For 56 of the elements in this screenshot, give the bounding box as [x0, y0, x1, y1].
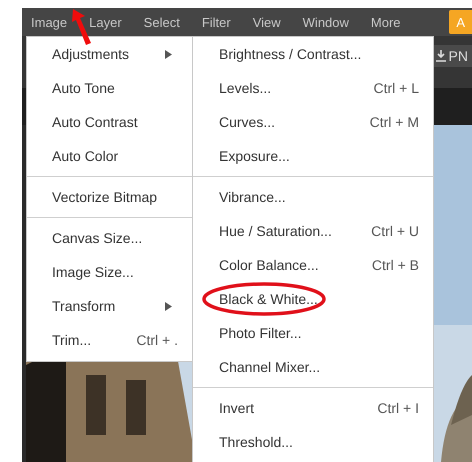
menu-item[interactable]: Layer: [89, 8, 122, 36]
menu-item-label: Vectorize Bitmap: [52, 189, 158, 205]
menu-item-label: Levels...: [219, 80, 272, 96]
shortcut-label: Ctrl + L: [373, 80, 419, 96]
menu-item[interactable]: View: [252, 8, 281, 36]
menu-item[interactable]: Levels... Ctrl + L: [193, 71, 433, 105]
menu-item[interactable]: Threshold...: [193, 425, 433, 459]
menu-item-label: Transform: [52, 298, 116, 314]
menu-item[interactable]: Channel Mixer...: [193, 350, 433, 384]
menu-item[interactable]: Canvas Size...: [27, 221, 192, 255]
shortcut-label: Ctrl + I: [377, 400, 419, 416]
menu-item[interactable]: Photo Filter...: [193, 316, 433, 350]
menu-item[interactable]: Vibrance...: [193, 180, 433, 214]
shortcut-label: Ctrl + B: [372, 257, 419, 273]
menu-item[interactable]: Black & White...: [193, 282, 433, 316]
shortcut-label: Ctrl + .: [136, 332, 178, 348]
menu-item[interactable]: Window: [302, 8, 349, 36]
menu-item-label: Auto Color: [52, 148, 118, 164]
annotation-arrow: [72, 9, 92, 46]
menu-item-label: Curves...: [219, 114, 276, 130]
menu-item[interactable]: Adjustments: [27, 37, 192, 71]
menu-item[interactable]: Hue / Saturation... Ctrl + U: [193, 214, 433, 248]
menu-item-label: Black & White...: [219, 291, 318, 307]
menu-item-label: Auto Contrast: [52, 114, 138, 130]
download-icon: [436, 50, 446, 62]
menu-item-label: Threshold...: [219, 434, 293, 450]
menu-item-label: Brightness / Contrast...: [219, 46, 362, 62]
menu-item[interactable]: Filter: [202, 8, 231, 36]
menu-item[interactable]: Image Size...: [27, 255, 192, 289]
menu-item-label: Adjustments: [52, 46, 130, 62]
menu-item[interactable]: Color Balance... Ctrl + B: [193, 248, 433, 282]
menu-item-label: Image Size...: [52, 264, 134, 280]
menu-item[interactable]: Image: [31, 8, 68, 36]
menu-item[interactable]: More: [370, 8, 401, 36]
menu-item[interactable]: Exposure...: [193, 139, 433, 173]
menu-item[interactable]: Auto Contrast: [27, 105, 192, 139]
menu-item-label: Vibrance...: [219, 189, 286, 205]
menu-item-label: Exposure...: [219, 148, 290, 164]
menu-item-label: Auto Tone: [52, 80, 115, 96]
menu-item-label: Canvas Size...: [52, 230, 142, 246]
menu-item-label: Hue / Saturation...: [219, 223, 332, 239]
menu-item[interactable]: Auto Color: [27, 139, 192, 173]
menu-item[interactable]: Vectorize Bitmap: [27, 180, 192, 214]
menu-item[interactable]: Transform: [27, 289, 192, 323]
shortcut-label: Ctrl + U: [371, 223, 419, 239]
shortcut-label: Ctrl + M: [370, 114, 419, 130]
menu-item-label: Channel Mixer...: [219, 359, 320, 375]
menu-item-label: Photo Filter...: [219, 325, 302, 341]
menu-item[interactable]: Curves... Ctrl + M: [193, 105, 433, 139]
menu-item[interactable]: Invert Ctrl + I: [193, 391, 433, 425]
menu-item[interactable]: Auto Tone: [27, 71, 192, 105]
menu-item[interactable]: Select: [144, 8, 180, 36]
menu-item[interactable]: Trim... Ctrl + .: [27, 323, 192, 357]
menu-item-label: Trim...: [52, 332, 92, 348]
menu-item-label: Color Balance...: [219, 257, 319, 273]
menu-item-label: Invert: [219, 400, 254, 416]
